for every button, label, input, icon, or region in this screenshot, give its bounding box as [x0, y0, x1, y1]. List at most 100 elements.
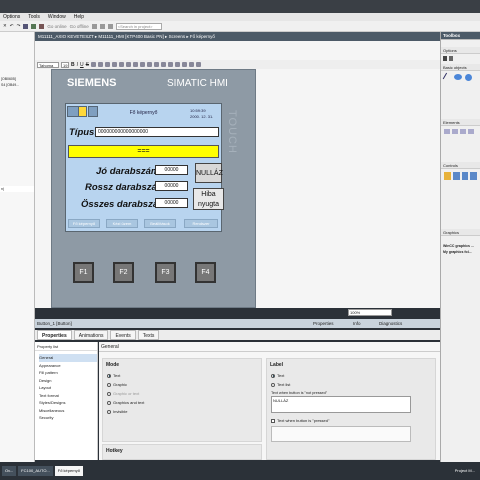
project-status[interactable]: Project M...: [451, 466, 478, 476]
mode-graphics-and-text-radio[interactable]: Graphics and text: [107, 398, 261, 407]
nav-styles-designs[interactable]: Styles/Designs: [39, 399, 97, 407]
nav-miscellaneous[interactable]: Miscellaneous: [39, 407, 97, 415]
switch-icon[interactable]: [460, 129, 466, 134]
group-icon[interactable]: [160, 62, 166, 67]
hiba-nyugta-button[interactable]: Hiba nyugta: [193, 188, 224, 210]
nav-layout[interactable]: Layout: [39, 384, 97, 392]
zoom-select[interactable]: 100%: [348, 309, 392, 316]
nav-rendszer[interactable]: Rendszer: [184, 219, 218, 228]
recipe-view-icon[interactable]: [470, 172, 477, 180]
trend-view-icon[interactable]: [452, 172, 460, 180]
send-back-icon[interactable]: [153, 62, 159, 67]
download-icon[interactable]: [31, 23, 37, 29]
button-icon[interactable]: [452, 129, 458, 134]
label-textlist-radio[interactable]: Text list: [271, 380, 435, 389]
nullaz-button[interactable]: NULLÁZ: [195, 163, 223, 183]
close-icon[interactable]: ✕: [3, 23, 7, 29]
io-field-icon[interactable]: [444, 129, 450, 134]
simulate-icon[interactable]: [39, 23, 45, 29]
user-view-icon[interactable]: [461, 172, 469, 180]
taskbar-item-active[interactable]: Fő képernyő: [54, 466, 83, 476]
f4-key[interactable]: F4: [195, 262, 216, 283]
nav-security[interactable]: Security: [39, 414, 97, 422]
tab-animations[interactable]: Animations: [73, 330, 109, 340]
circle-tool-icon[interactable]: [465, 74, 472, 81]
tab-diagnostics[interactable]: Diagnostics: [379, 319, 402, 328]
taskbar-item[interactable]: Ov...: [2, 466, 17, 476]
font-select[interactable]: Tahoma: [37, 61, 59, 68]
align-right-icon[interactable]: [125, 62, 131, 67]
nav-fo-kepernyo[interactable]: Fő képernyő: [68, 219, 100, 228]
elements-header[interactable]: Elements: [441, 119, 480, 126]
menu-help[interactable]: Help: [74, 14, 84, 20]
nav-design[interactable]: Design: [39, 377, 97, 385]
tab-properties-right[interactable]: Properties: [313, 319, 334, 328]
flip-icon[interactable]: [181, 62, 187, 67]
align-center-icon[interactable]: [118, 62, 124, 67]
pointer-icon[interactable]: [443, 56, 447, 61]
tree-item[interactable]: S4 [OB49...: [0, 82, 34, 88]
menu-window[interactable]: Window: [48, 14, 66, 20]
view-icon[interactable]: [449, 56, 453, 61]
controls-header[interactable]: Controls: [441, 162, 480, 169]
text-pressed-checkbox[interactable]: Text when button is "pressed": [271, 416, 435, 425]
bring-front-icon[interactable]: [146, 62, 152, 67]
undo-icon[interactable]: ↶: [10, 23, 14, 29]
f1-key[interactable]: F1: [73, 262, 94, 283]
osszes-darabszam-field[interactable]: 00000: [155, 198, 188, 208]
basic-objects-header[interactable]: Basic objects: [441, 64, 480, 71]
mode-invisible-radio[interactable]: Invisible: [107, 407, 261, 416]
f2-key[interactable]: F2: [113, 262, 134, 283]
layer-icon[interactable]: [188, 62, 194, 67]
tipus-field[interactable]: 000000000000000000: [95, 127, 219, 137]
f3-key[interactable]: F3: [155, 262, 176, 283]
project-search-input[interactable]: <Search in project>: [115, 22, 162, 30]
line-width-icon[interactable]: [139, 62, 145, 67]
rotate-icon[interactable]: [174, 62, 180, 67]
grid-icon[interactable]: [195, 62, 201, 67]
split-icon[interactable]: [99, 23, 105, 29]
tab-events[interactable]: Events: [110, 330, 136, 340]
rossz-darabszam-field[interactable]: 00000: [155, 181, 188, 191]
graphics-header[interactable]: Graphics: [441, 229, 480, 236]
font-size-select[interactable]: 19: [61, 61, 69, 68]
property-list-toggle[interactable]: Property list: [35, 342, 97, 351]
bar-icon[interactable]: [468, 129, 474, 134]
bold-icon[interactable]: B: [71, 62, 75, 68]
mode-text-radio[interactable]: Text: [107, 371, 261, 380]
taskbar-item[interactable]: FC100_AUTO...: [18, 466, 53, 476]
font-color-icon[interactable]: [90, 62, 96, 67]
alarm-view-icon[interactable]: [444, 172, 451, 180]
distribute-icon[interactable]: [167, 62, 173, 67]
fill-color-icon[interactable]: [97, 62, 103, 67]
nav-beallitasok[interactable]: Beállítások: [144, 219, 176, 228]
line-color-icon[interactable]: [104, 62, 110, 67]
jo-darabszam-field[interactable]: 00000: [155, 165, 188, 175]
cross-ref-icon[interactable]: [91, 23, 97, 29]
graphics-item[interactable]: My graphics fol...: [443, 250, 478, 256]
go-offline-button[interactable]: Go offline: [70, 24, 89, 29]
tab-texts[interactable]: Texts: [137, 330, 160, 340]
nav-appearance[interactable]: Appearance: [39, 362, 97, 370]
tab-info[interactable]: Info: [353, 319, 361, 328]
line-style-icon[interactable]: [132, 62, 138, 67]
mode-graphic-radio[interactable]: Graphic: [107, 380, 261, 389]
nav-text-format[interactable]: Text format: [39, 392, 97, 400]
menu-tools[interactable]: Tools: [28, 14, 40, 20]
nav-general[interactable]: General: [39, 354, 97, 362]
compile-icon[interactable]: [23, 23, 29, 29]
underline-icon[interactable]: U: [80, 62, 84, 68]
redo-icon[interactable]: ↷: [17, 23, 21, 29]
ellipse-tool-icon[interactable]: [454, 74, 462, 80]
tab-properties[interactable]: Properties: [37, 330, 72, 340]
strikethrough-icon[interactable]: S: [86, 62, 89, 68]
align-left-icon[interactable]: [111, 62, 117, 67]
italic-icon[interactable]: I: [77, 62, 78, 68]
tree-item-selected[interactable]: n): [0, 186, 34, 192]
go-online-button[interactable]: Go online: [47, 24, 66, 29]
nav-kezi-uzem[interactable]: Kézi üzem: [106, 219, 138, 228]
text-not-pressed-field[interactable]: NULLÁZ: [271, 396, 411, 413]
toolbox-options[interactable]: Options: [441, 47, 480, 54]
menu-options[interactable]: Options: [3, 14, 20, 20]
mode-graphic-or-text-radio[interactable]: Graphic or text: [107, 389, 261, 398]
